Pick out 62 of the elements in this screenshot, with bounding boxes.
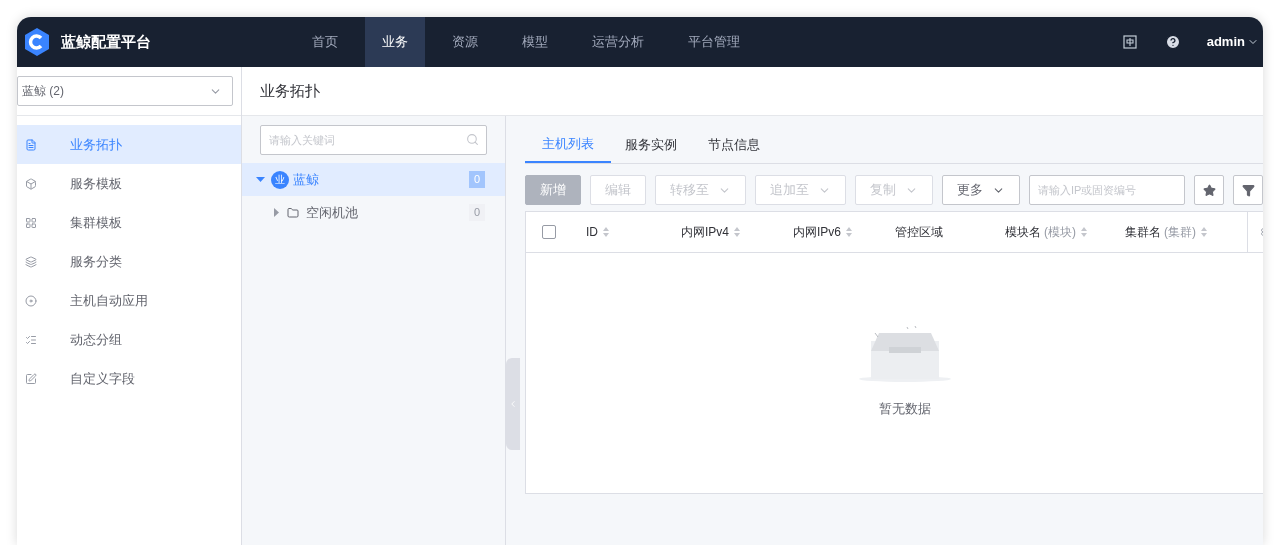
nav-tab[interactable]: 平台管理 bbox=[671, 17, 757, 67]
sort-icon[interactable] bbox=[602, 226, 610, 238]
tab[interactable]: 主机列表 bbox=[525, 126, 611, 163]
column-subtitle: (模块) bbox=[1044, 224, 1076, 241]
empty-text: 暂无数据 bbox=[879, 400, 931, 418]
sidebar-item[interactable]: 服务分类 bbox=[17, 242, 241, 281]
nav-tab[interactable]: 运营分析 bbox=[575, 17, 661, 67]
column-header: 内网IPv6 bbox=[793, 224, 841, 241]
node-badge: 业 bbox=[271, 170, 289, 189]
menu-icon bbox=[25, 255, 37, 268]
nav-tab[interactable]: 首页 bbox=[295, 17, 355, 67]
language-icon[interactable] bbox=[1122, 35, 1137, 49]
menu-icon bbox=[25, 138, 37, 151]
column-header: 集群名 bbox=[1125, 224, 1161, 241]
column-header: 内网IPv4 bbox=[681, 224, 729, 241]
sort-icon[interactable] bbox=[733, 226, 741, 238]
folder-icon bbox=[287, 206, 299, 219]
sort-icon[interactable] bbox=[1200, 226, 1208, 238]
node-count: 0 bbox=[468, 204, 485, 221]
toolbar-button[interactable]: 更多 bbox=[942, 175, 1020, 205]
menu-icon bbox=[25, 372, 37, 385]
filter-button[interactable] bbox=[1233, 175, 1263, 205]
app-name: 蓝鲸配置平台 bbox=[61, 31, 151, 52]
caret-icon[interactable] bbox=[272, 208, 281, 217]
sidebar-item[interactable]: 主机自动应用 bbox=[17, 281, 241, 320]
sort-icon[interactable] bbox=[1080, 226, 1088, 238]
column-subtitle: (集群) bbox=[1164, 224, 1196, 241]
logo-icon bbox=[23, 27, 51, 57]
tab[interactable]: 节点信息 bbox=[691, 126, 777, 163]
nav-tab[interactable]: 模型 bbox=[505, 17, 565, 67]
filter-icon bbox=[1241, 183, 1255, 197]
user-menu[interactable]: admin bbox=[1206, 32, 1259, 52]
sidebar-item[interactable]: 自定义字段 bbox=[17, 359, 241, 398]
sidebar-item[interactable]: 集群模板 bbox=[17, 203, 241, 242]
tree-node[interactable]: 业 蓝鲸 0 bbox=[242, 163, 505, 196]
menu-icon bbox=[25, 333, 37, 346]
help-icon[interactable] bbox=[1164, 34, 1181, 50]
caret-icon[interactable] bbox=[256, 175, 265, 184]
column-header: ID bbox=[586, 224, 598, 241]
sidebar-item[interactable]: 动态分组 bbox=[17, 320, 241, 359]
tree-node[interactable]: 空闲机池 0 bbox=[242, 196, 505, 229]
node-label: 蓝鲸 bbox=[293, 170, 319, 189]
page-title: 业务拓扑 bbox=[260, 80, 320, 101]
menu-icon bbox=[25, 177, 37, 190]
nav-tab[interactable]: 业务 bbox=[365, 17, 425, 67]
star-icon bbox=[1202, 183, 1216, 197]
search-icon bbox=[466, 133, 479, 146]
sidebar-item[interactable]: 服务模板 bbox=[17, 164, 241, 203]
column-header: 模块名 bbox=[1005, 224, 1041, 241]
nav-tab[interactable]: 资源 bbox=[435, 17, 495, 67]
collapse-handle[interactable] bbox=[506, 358, 520, 450]
favorite-button[interactable] bbox=[1194, 175, 1224, 205]
business-select[interactable]: 蓝鲸 (2) bbox=[17, 76, 233, 106]
node-count: 0 bbox=[468, 171, 485, 188]
menu-icon bbox=[25, 216, 37, 229]
empty-box-icon bbox=[857, 325, 953, 385]
node-label: 空闲机池 bbox=[306, 203, 358, 222]
sort-icon[interactable] bbox=[845, 226, 853, 238]
column-header: 管控区域 bbox=[895, 224, 943, 241]
tab[interactable]: 服务实例 bbox=[608, 126, 694, 163]
menu-icon bbox=[25, 294, 37, 307]
select-all-checkbox[interactable] bbox=[542, 225, 556, 239]
